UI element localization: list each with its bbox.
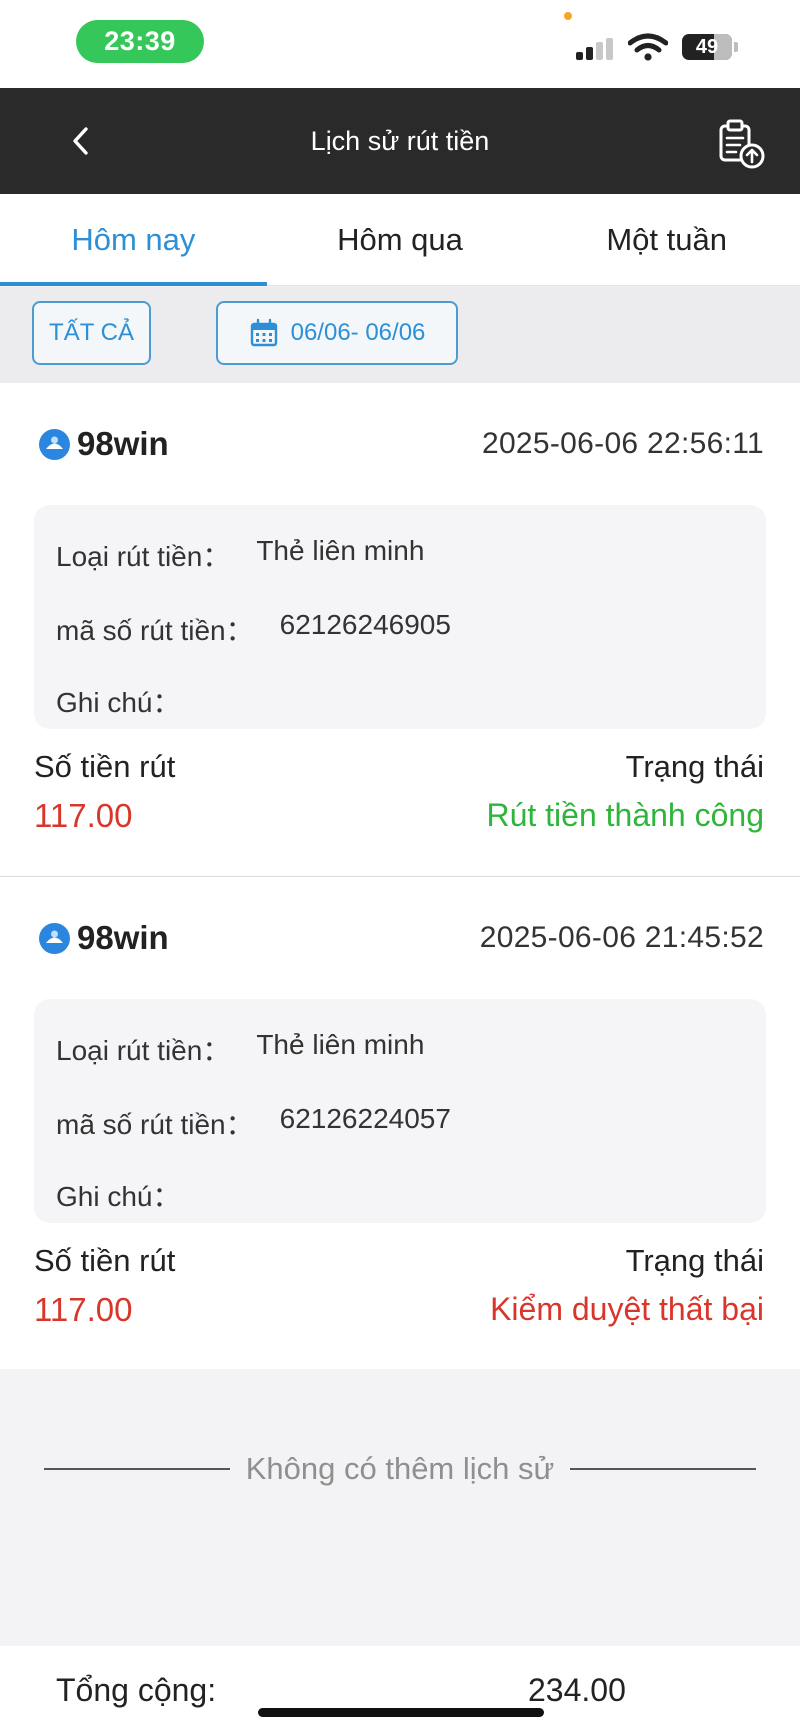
record-details: Loại rút tiền： Thẻ liên minh mã số rút t…	[34, 505, 766, 729]
filter-bar: TẤT CẢ 06/06- 06/06	[0, 287, 800, 383]
withdrawal-type-value: Thẻ liên minh	[256, 535, 425, 566]
withdrawal-code-value: 62126246905	[279, 609, 451, 640]
record-brand: 98win	[38, 425, 169, 463]
withdrawal-type-label: Loại rút tiền：	[56, 541, 231, 572]
battery-tip	[734, 42, 738, 52]
date-tabs: Hôm nay Hôm qua Một tuần	[0, 194, 800, 286]
tab-one-week[interactable]: Một tuần	[533, 194, 800, 285]
note-label: Ghi chú：	[56, 1181, 181, 1212]
back-button[interactable]	[56, 114, 106, 168]
chevron-left-icon	[73, 127, 88, 155]
wifi-icon	[628, 33, 668, 61]
note-row: Ghi chú：	[56, 681, 207, 721]
status-label: Trạng thái	[625, 749, 764, 784]
amount-value: 117.00	[34, 1291, 133, 1328]
withdrawal-code-row: mã số rút tiền： 62126246905	[56, 609, 451, 649]
status-value: Kiểm duyệt thất bại	[490, 1291, 764, 1327]
home-indicator[interactable]	[258, 1708, 544, 1717]
brand-name: 98win	[77, 425, 169, 462]
total-footer: Tổng cộng: 234.00	[0, 1646, 800, 1733]
end-of-list-text: Không có thêm lịch sử	[245, 1451, 555, 1486]
withdrawal-code-label: mã số rút tiền：	[56, 1109, 254, 1140]
total-label: Tổng cộng:	[56, 1672, 217, 1708]
calendar-icon	[250, 318, 277, 347]
tab-yesterday[interactable]: Hôm qua	[267, 194, 534, 285]
withdrawal-type-label: Loại rút tiền：	[56, 1035, 231, 1066]
clipboard-upload-icon[interactable]	[712, 116, 768, 172]
withdrawal-record[interactable]: 98win 2025-06-06 21:45:52 Loại rút tiền：…	[0, 877, 800, 1369]
status-bar: 23:39 49	[0, 0, 800, 88]
cellular-signal-icon	[576, 38, 618, 60]
status-value: Rút tiền thành công	[486, 797, 764, 833]
record-details: Loại rút tiền： Thẻ liên minh mã số rút t…	[34, 999, 766, 1223]
amount-label: Số tiền rút	[34, 1243, 176, 1278]
page-title: Lịch sử rút tiền	[310, 125, 490, 156]
end-line-right	[570, 1468, 756, 1470]
end-of-list-indicator: Không có thêm lịch sử	[44, 1451, 756, 1487]
note-row: Ghi chú：	[56, 1175, 207, 1215]
withdrawal-type-row: Loại rút tiền： Thẻ liên minh	[56, 535, 424, 575]
withdrawal-type-row: Loại rút tiền： Thẻ liên minh	[56, 1029, 424, 1069]
withdrawal-type-value: Thẻ liên minh	[256, 1029, 425, 1060]
battery-icon: 49	[682, 34, 732, 60]
amount-label: Số tiền rút	[34, 749, 176, 784]
privacy-indicator	[564, 12, 572, 20]
record-brand: 98win	[38, 919, 169, 957]
tab-today[interactable]: Hôm nay	[0, 194, 267, 286]
battery-level: 49	[695, 35, 719, 58]
end-of-list-area: Không có thêm lịch sử	[0, 1369, 800, 1646]
date-range-button[interactable]: 06/06- 06/06	[216, 301, 458, 365]
withdrawal-code-label: mã số rút tiền：	[56, 615, 254, 646]
brand-logo-icon	[39, 428, 70, 460]
record-timestamp: 2025-06-06 21:45:52	[479, 921, 764, 954]
status-label: Trạng thái	[625, 1243, 764, 1278]
filter-all-button[interactable]: TẤT CẢ	[32, 301, 151, 365]
record-timestamp: 2025-06-06 22:56:11	[481, 427, 764, 460]
app-header: Lịch sử rút tiền	[0, 88, 800, 194]
withdrawal-record[interactable]: 98win 2025-06-06 22:56:11 Loại rút tiền：…	[0, 383, 800, 876]
brand-name: 98win	[77, 919, 169, 956]
note-label: Ghi chú：	[56, 687, 181, 718]
withdrawal-code-row: mã số rút tiền： 62126224057	[56, 1103, 451, 1143]
withdrawal-code-value: 62126224057	[279, 1103, 451, 1134]
amount-value: 117.00	[34, 797, 133, 834]
date-range-label: 06/06- 06/06	[290, 319, 426, 346]
status-time: 23:39	[76, 20, 204, 63]
total-value: 234.00	[528, 1672, 626, 1708]
brand-logo-icon	[39, 922, 70, 954]
end-line-left	[44, 1468, 230, 1470]
